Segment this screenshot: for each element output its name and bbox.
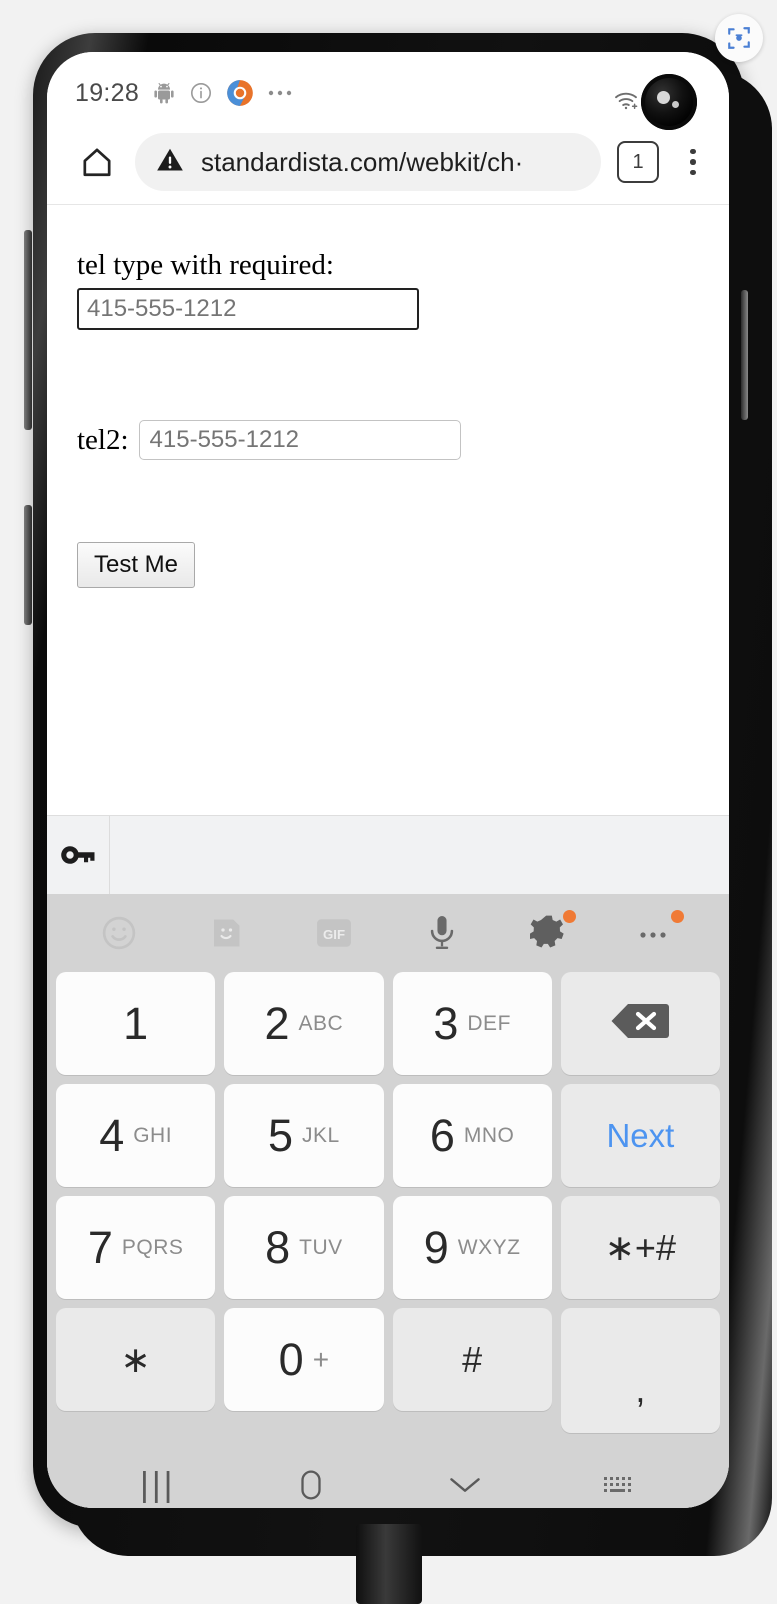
key-next[interactable]: Next xyxy=(560,1084,720,1187)
keyboard-row: 7 PQRS 8 TUV 9 WXYZ ∗+# xyxy=(47,1196,729,1308)
key-8[interactable]: 8 TUV xyxy=(224,1196,384,1299)
tab-count-label: 1 xyxy=(632,150,644,173)
switch-keyboard-icon[interactable] xyxy=(542,1473,696,1497)
browser-toolbar: standardista.com/webkit/ch· 1 xyxy=(47,120,729,205)
phone-stand xyxy=(356,1524,422,1604)
recents-label: ||| xyxy=(140,1465,176,1504)
key-6[interactable]: 6 MNO xyxy=(392,1084,552,1187)
key-2[interactable]: 2 ABC xyxy=(224,972,384,1075)
info-icon xyxy=(189,67,213,105)
phone-screen: 19:28 standardista.com/webkit/ch· 1 tel … xyxy=(47,52,729,1508)
backspace-icon xyxy=(610,1000,670,1047)
key-comma-label: , xyxy=(635,1369,646,1410)
keyboard-more-icon[interactable] xyxy=(630,906,685,960)
key-5[interactable]: 5 JKL xyxy=(224,1084,384,1187)
password-key-icon[interactable] xyxy=(47,816,110,894)
key-comma[interactable]: , xyxy=(560,1308,720,1433)
emoji-icon[interactable] xyxy=(92,906,146,960)
menu-dot xyxy=(690,169,696,176)
key-backspace[interactable] xyxy=(560,972,720,1075)
more-badge-dot xyxy=(671,910,685,923)
chrome-icon xyxy=(226,65,254,107)
key-0[interactable]: 0 + xyxy=(224,1308,384,1411)
warning-triangle-icon xyxy=(155,146,185,179)
key-letters-label: PQRS xyxy=(121,1235,184,1259)
tel1-input[interactable] xyxy=(77,288,419,330)
keyboard-row: 4 GHI 5 JKL 6 MNO Next xyxy=(47,1084,729,1196)
key-digit-label: 1 xyxy=(123,998,149,1049)
key-digit-label: 8 xyxy=(265,1222,291,1273)
key-symbols[interactable]: ∗+# xyxy=(560,1196,720,1299)
key-4[interactable]: 4 GHI xyxy=(56,1084,216,1187)
home-icon[interactable] xyxy=(71,145,123,179)
key-symbols-label: ∗+# xyxy=(604,1226,676,1268)
tel2-label: tel2: xyxy=(77,423,129,456)
key-7[interactable]: 7 PQRS xyxy=(56,1196,216,1299)
tab-counter[interactable]: 1 xyxy=(617,141,659,183)
key-digit-label: 3 xyxy=(433,998,459,1049)
system-navigation-bar: ||| xyxy=(47,1442,729,1508)
key-digit-label: 0 xyxy=(278,1334,304,1385)
key-1[interactable]: 1 xyxy=(56,972,216,1075)
screenshot-scan-icon[interactable] xyxy=(715,14,763,62)
key-next-label: Next xyxy=(606,1116,675,1154)
bixby-button[interactable] xyxy=(24,505,32,625)
autofill-suggestion-bar xyxy=(47,815,729,894)
key-letters-label: MNO xyxy=(463,1123,515,1147)
test-me-button[interactable]: Test Me xyxy=(77,542,196,588)
volume-button[interactable] xyxy=(24,230,32,430)
hide-keyboard-icon[interactable] xyxy=(388,1474,542,1496)
key-digit-label: 2 xyxy=(264,998,290,1049)
front-camera-cutout xyxy=(641,74,697,130)
key-letters-label: ABC xyxy=(298,1011,344,1035)
key-3[interactable]: 3 DEF xyxy=(392,972,552,1075)
overflow-menu-icon[interactable] xyxy=(679,148,707,176)
android-icon xyxy=(152,67,176,105)
key-digit-label: 5 xyxy=(268,1110,294,1161)
tel1-label: tel type with required: xyxy=(77,249,334,281)
key-digit-label: 6 xyxy=(429,1110,455,1161)
keyboard-row: ∗ 0 + # , xyxy=(47,1308,729,1442)
microphone-icon[interactable] xyxy=(415,906,469,960)
key-letters-label: WXYZ xyxy=(457,1235,521,1259)
tel2-field-block: tel2: xyxy=(77,420,699,460)
status-bar: 19:28 xyxy=(47,52,729,130)
more-notifications-icon xyxy=(267,74,297,98)
recents-icon[interactable]: ||| xyxy=(81,1466,235,1505)
key-hash[interactable]: # xyxy=(392,1308,552,1411)
sticker-icon[interactable] xyxy=(199,906,253,960)
key-9[interactable]: 9 WXYZ xyxy=(392,1196,552,1299)
menu-dot xyxy=(690,159,696,165)
key-letters-label: JKL xyxy=(302,1123,340,1147)
key-digit-label: 9 xyxy=(423,1222,449,1273)
gear-badge-dot xyxy=(563,910,577,923)
status-bar-left: 19:28 xyxy=(75,65,297,108)
key-plus-label: + xyxy=(312,1343,330,1375)
status-clock: 19:28 xyxy=(75,78,140,107)
key-hash-label: # xyxy=(462,1338,483,1380)
url-bar[interactable]: standardista.com/webkit/ch· xyxy=(135,133,601,191)
menu-dot xyxy=(690,148,696,155)
key-asterisk[interactable]: ∗ xyxy=(56,1308,216,1411)
wifi-icon xyxy=(613,75,641,111)
url-text: standardista.com/webkit/ch· xyxy=(201,146,524,177)
settings-gear-icon[interactable] xyxy=(522,906,577,960)
key-digit-label: 4 xyxy=(99,1110,125,1161)
home-icon[interactable] xyxy=(235,1468,389,1502)
keyboard-toolbar: GIF xyxy=(47,894,729,972)
tel2-input[interactable] xyxy=(138,420,461,460)
gif-icon[interactable]: GIF xyxy=(307,906,361,960)
web-page-content: tel type with required: tel2: Test Me xyxy=(47,205,729,815)
keyboard-row: 1 2 ABC 3 DEF xyxy=(47,972,729,1084)
key-letters-label: TUV xyxy=(299,1235,343,1259)
key-asterisk-label: ∗ xyxy=(120,1338,151,1380)
key-letters-label: GHI xyxy=(133,1123,173,1147)
svg-text:GIF: GIF xyxy=(323,927,345,942)
tel1-field-block: tel type with required: xyxy=(77,249,699,330)
power-button[interactable] xyxy=(741,290,748,420)
key-letters-label: DEF xyxy=(467,1011,511,1035)
key-digit-label: 7 xyxy=(87,1222,113,1273)
numeric-keyboard: GIF 1 2 ABC 3 DEF 4 GHI 5 JKL 6 MNO Next… xyxy=(47,894,729,1508)
